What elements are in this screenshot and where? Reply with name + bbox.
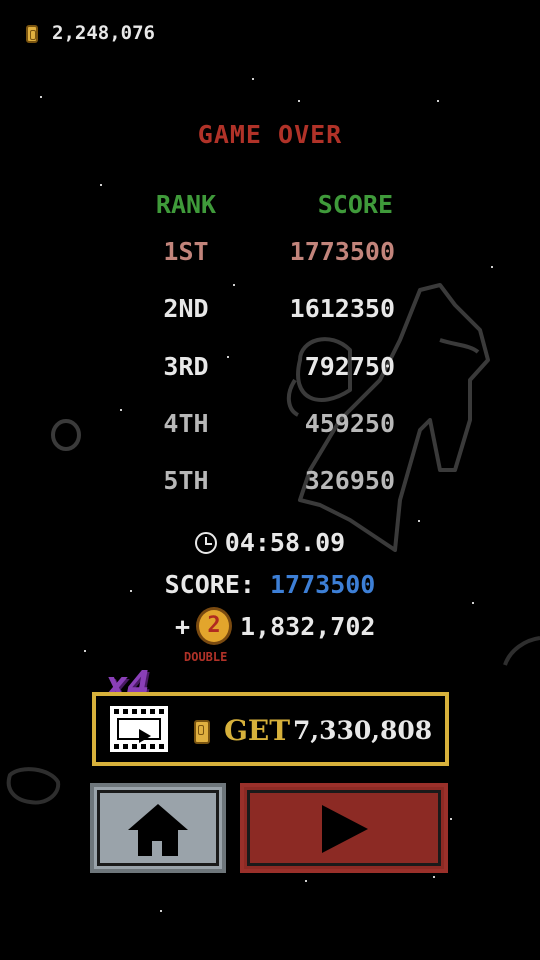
score-value: 1612350 [289, 294, 395, 323]
rank-label: 4TH [163, 409, 209, 438]
game-over-title: GAME OVER [197, 120, 343, 149]
score-value: 326950 [304, 466, 395, 495]
coin-total: 2,248,076 [52, 22, 155, 44]
double-coin-icon: 2 [196, 607, 232, 645]
score-header: SCORE [317, 190, 393, 219]
coin-icon [26, 25, 38, 43]
play-icon [322, 805, 368, 853]
rank-label: 2ND [163, 294, 209, 323]
play-again-button[interactable] [240, 783, 448, 873]
score-value: 459250 [304, 409, 395, 438]
final-score: SCORE: 1773500 [0, 570, 540, 599]
double-label: DOUBLE [184, 650, 228, 664]
rank-header: RANK [155, 190, 217, 219]
home-button[interactable] [90, 783, 226, 873]
rank-label: 1ST [163, 237, 209, 266]
rank-label: 3RD [163, 352, 209, 381]
elapsed-time: 04:58.09 [0, 528, 540, 557]
score-value: 1773500 [289, 237, 395, 266]
bonus-prefix: + [175, 612, 191, 641]
get-amount: 7,330,808 [293, 716, 433, 745]
final-score-label: SCORE: [164, 570, 255, 599]
video-ad-icon [110, 706, 168, 752]
watch-ad-reward-button[interactable]: GET 7,330,808 [92, 692, 449, 766]
rank-label: 5TH [163, 466, 209, 495]
elapsed-time-value: 04:58.09 [224, 528, 346, 557]
clock-icon [194, 532, 217, 554]
bonus-coin-amount: 1,832,702 [240, 612, 376, 641]
get-label: GET [224, 714, 291, 747]
final-score-value: 1773500 [270, 570, 376, 599]
score-value: 792750 [304, 352, 395, 381]
coin-icon [194, 720, 210, 744]
